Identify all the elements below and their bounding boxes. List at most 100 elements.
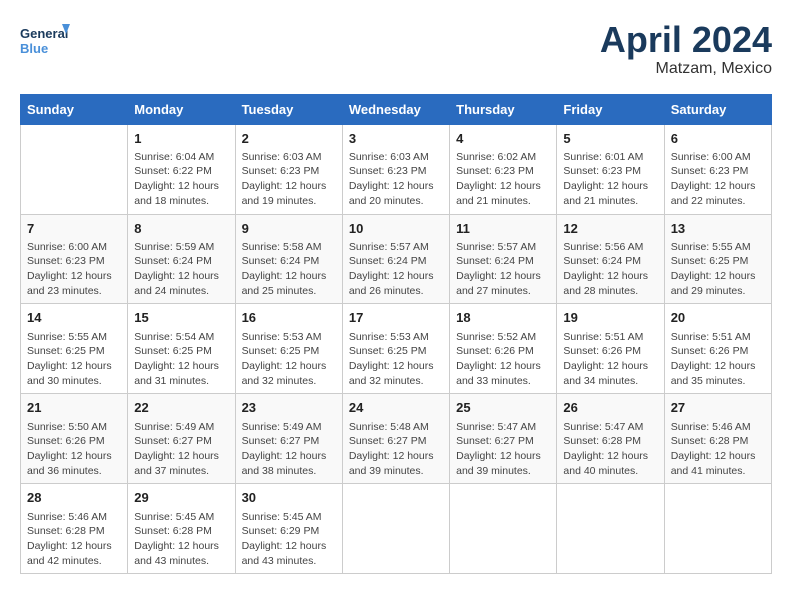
day-info: Sunrise: 5:48 AM Sunset: 6:27 PM Dayligh…: [349, 420, 443, 479]
month-title: April 2024: [600, 20, 772, 60]
cell-w5-d6: [664, 484, 771, 574]
day-number: 16: [242, 309, 336, 327]
cell-w5-d1: 29 Sunrise: 5:45 AM Sunset: 6:28 PM Dayli…: [128, 484, 235, 574]
day-number: 9: [242, 220, 336, 238]
day-number: 8: [134, 220, 228, 238]
cell-w2-d2: 9Sunrise: 5:58 AM Sunset: 6:24 PM Daylig…: [235, 214, 342, 304]
page-header: General Blue April 2024 Matzam, Mexico: [20, 20, 772, 78]
cell-w1-d2: 2 Sunrise: 6:03 AM Sunset: 6:23 PM Daylig…: [235, 124, 342, 214]
day-number: 4: [456, 130, 550, 148]
day-number: 25: [456, 399, 550, 417]
day-number: 18: [456, 309, 550, 327]
calendar-table: SundayMondayTuesdayWednesdayThursdayFrid…: [20, 94, 772, 575]
cell-w1-d6: 6 Sunrise: 6:00 AM Sunset: 6:23 PM Daylig…: [664, 124, 771, 214]
cell-w4-d2: 23 Sunrise: 5:49 AM Sunset: 6:27 PM Dayli…: [235, 394, 342, 484]
day-info: Sunrise: 6:04 AM Sunset: 6:22 PM Dayligh…: [134, 150, 228, 209]
day-info: Sunrise: 5:54 AM Sunset: 6:25 PM Dayligh…: [134, 330, 228, 389]
cell-w3-d6: 20 Sunrise: 5:51 AM Sunset: 6:26 PM Dayli…: [664, 304, 771, 394]
day-number: 29: [134, 489, 228, 507]
day-number: 6: [671, 130, 765, 148]
col-header-saturday: Saturday: [664, 94, 771, 124]
day-number: 30: [242, 489, 336, 507]
cell-w1-d0: [21, 124, 128, 214]
cell-w1-d5: 5 Sunrise: 6:01 AM Sunset: 6:23 PM Daylig…: [557, 124, 664, 214]
col-header-thursday: Thursday: [450, 94, 557, 124]
day-info: Sunrise: 6:03 AM Sunset: 6:23 PM Dayligh…: [242, 150, 336, 209]
day-number: 26: [563, 399, 657, 417]
col-header-tuesday: Tuesday: [235, 94, 342, 124]
cell-w3-d2: 16 Sunrise: 5:53 AM Sunset: 6:25 PM Dayli…: [235, 304, 342, 394]
day-number: 5: [563, 130, 657, 148]
day-number: 28: [27, 489, 121, 507]
day-info: Sunrise: 5:45 AM Sunset: 6:28 PM Dayligh…: [134, 510, 228, 569]
day-info: Sunrise: 5:56 AM Sunset: 6:24 PM Dayligh…: [563, 240, 657, 299]
cell-w3-d5: 19Sunrise: 5:51 AM Sunset: 6:26 PM Dayli…: [557, 304, 664, 394]
cell-w3-d4: 18 Sunrise: 5:52 AM Sunset: 6:26 PM Dayli…: [450, 304, 557, 394]
day-number: 11: [456, 220, 550, 238]
cell-w2-d1: 8 Sunrise: 5:59 AM Sunset: 6:24 PM Daylig…: [128, 214, 235, 304]
day-number: 27: [671, 399, 765, 417]
day-info: Sunrise: 5:57 AM Sunset: 6:24 PM Dayligh…: [349, 240, 443, 299]
cell-w2-d4: 11 Sunrise: 5:57 AM Sunset: 6:24 PM Dayli…: [450, 214, 557, 304]
day-info: Sunrise: 5:49 AM Sunset: 6:27 PM Dayligh…: [134, 420, 228, 479]
cell-w1-d1: 1 Sunrise: 6:04 AM Sunset: 6:22 PM Daylig…: [128, 124, 235, 214]
day-info: Sunrise: 5:53 AM Sunset: 6:25 PM Dayligh…: [242, 330, 336, 389]
day-number: 14: [27, 309, 121, 327]
cell-w3-d0: 14Sunrise: 5:55 AM Sunset: 6:25 PM Dayli…: [21, 304, 128, 394]
cell-w5-d4: [450, 484, 557, 574]
cell-w4-d0: 21 Sunrise: 5:50 AM Sunset: 6:26 PM Dayli…: [21, 394, 128, 484]
cell-w1-d3: 3 Sunrise: 6:03 AM Sunset: 6:23 PM Daylig…: [342, 124, 449, 214]
day-number: 10: [349, 220, 443, 238]
svg-text:General: General: [20, 26, 68, 41]
day-info: Sunrise: 5:46 AM Sunset: 6:28 PM Dayligh…: [27, 510, 121, 569]
day-info: Sunrise: 5:47 AM Sunset: 6:28 PM Dayligh…: [563, 420, 657, 479]
day-number: 13: [671, 220, 765, 238]
cell-w3-d1: 15 Sunrise: 5:54 AM Sunset: 6:25 PM Dayli…: [128, 304, 235, 394]
logo-svg: General Blue: [20, 20, 70, 64]
svg-text:Blue: Blue: [20, 41, 48, 56]
day-number: 3: [349, 130, 443, 148]
day-number: 23: [242, 399, 336, 417]
day-info: Sunrise: 5:50 AM Sunset: 6:26 PM Dayligh…: [27, 420, 121, 479]
location-subtitle: Matzam, Mexico: [600, 60, 772, 78]
title-block: April 2024 Matzam, Mexico: [600, 20, 772, 78]
logo: General Blue: [20, 20, 70, 64]
day-number: 22: [134, 399, 228, 417]
col-header-sunday: Sunday: [21, 94, 128, 124]
cell-w3-d3: 17 Sunrise: 5:53 AM Sunset: 6:25 PM Dayli…: [342, 304, 449, 394]
col-header-wednesday: Wednesday: [342, 94, 449, 124]
cell-w2-d5: 12Sunrise: 5:56 AM Sunset: 6:24 PM Dayli…: [557, 214, 664, 304]
day-info: Sunrise: 5:55 AM Sunset: 6:25 PM Dayligh…: [671, 240, 765, 299]
day-number: 1: [134, 130, 228, 148]
day-info: Sunrise: 6:01 AM Sunset: 6:23 PM Dayligh…: [563, 150, 657, 209]
day-number: 7: [27, 220, 121, 238]
cell-w4-d5: 26 Sunrise: 5:47 AM Sunset: 6:28 PM Dayli…: [557, 394, 664, 484]
day-info: Sunrise: 6:00 AM Sunset: 6:23 PM Dayligh…: [671, 150, 765, 209]
cell-w4-d3: 24 Sunrise: 5:48 AM Sunset: 6:27 PM Dayli…: [342, 394, 449, 484]
day-info: Sunrise: 5:52 AM Sunset: 6:26 PM Dayligh…: [456, 330, 550, 389]
cell-w5-d3: [342, 484, 449, 574]
cell-w1-d4: 4Sunrise: 6:02 AM Sunset: 6:23 PM Daylig…: [450, 124, 557, 214]
day-info: Sunrise: 6:00 AM Sunset: 6:23 PM Dayligh…: [27, 240, 121, 299]
cell-w4-d6: 27Sunrise: 5:46 AM Sunset: 6:28 PM Dayli…: [664, 394, 771, 484]
day-number: 21: [27, 399, 121, 417]
day-info: Sunrise: 6:03 AM Sunset: 6:23 PM Dayligh…: [349, 150, 443, 209]
day-number: 15: [134, 309, 228, 327]
cell-w4-d4: 25 Sunrise: 5:47 AM Sunset: 6:27 PM Dayli…: [450, 394, 557, 484]
col-header-friday: Friday: [557, 94, 664, 124]
day-info: Sunrise: 5:51 AM Sunset: 6:26 PM Dayligh…: [671, 330, 765, 389]
day-number: 20: [671, 309, 765, 327]
day-number: 24: [349, 399, 443, 417]
cell-w4-d1: 22 Sunrise: 5:49 AM Sunset: 6:27 PM Dayli…: [128, 394, 235, 484]
cell-w2-d0: 7 Sunrise: 6:00 AM Sunset: 6:23 PM Daylig…: [21, 214, 128, 304]
day-info: Sunrise: 5:53 AM Sunset: 6:25 PM Dayligh…: [349, 330, 443, 389]
day-info: Sunrise: 5:59 AM Sunset: 6:24 PM Dayligh…: [134, 240, 228, 299]
cell-w5-d5: [557, 484, 664, 574]
cell-w2-d6: 13 Sunrise: 5:55 AM Sunset: 6:25 PM Dayli…: [664, 214, 771, 304]
day-number: 19: [563, 309, 657, 327]
day-info: Sunrise: 5:49 AM Sunset: 6:27 PM Dayligh…: [242, 420, 336, 479]
day-info: Sunrise: 5:57 AM Sunset: 6:24 PM Dayligh…: [456, 240, 550, 299]
day-number: 17: [349, 309, 443, 327]
day-info: Sunrise: 5:47 AM Sunset: 6:27 PM Dayligh…: [456, 420, 550, 479]
day-number: 2: [242, 130, 336, 148]
